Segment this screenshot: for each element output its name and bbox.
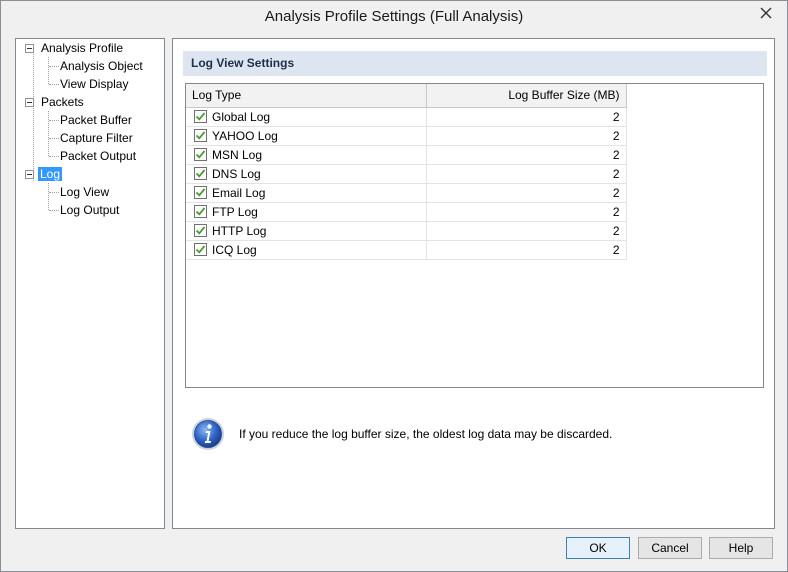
log-type-label: Global Log — [212, 109, 271, 124]
checkmark-icon — [195, 112, 206, 121]
log-type-cell: YAHOO Log — [186, 126, 427, 146]
info-icon — [192, 418, 224, 450]
log-type-cell: DNS Log — [186, 164, 427, 184]
checkmark-icon — [195, 131, 206, 140]
tree-item-view-display[interactable]: View Display — [58, 75, 130, 93]
tree-item-label: Packets — [41, 95, 84, 109]
info-message: If you reduce the log buffer size, the o… — [191, 417, 751, 455]
log-type-cell: FTP Log — [186, 202, 427, 222]
log-type-cell: ICQ Log — [186, 240, 427, 260]
checkmark-icon — [195, 245, 206, 254]
table-row[interactable]: HTTP Log 2 — [186, 221, 627, 241]
checkmark-icon — [195, 226, 206, 235]
checkmark-icon — [195, 188, 206, 197]
settings-content: Log View Settings Log Type Log Buffer Si… — [172, 38, 775, 529]
column-header-buffer-size[interactable]: Log Buffer Size (MB) — [426, 84, 627, 108]
tree-item-label: Packet Output — [60, 149, 137, 163]
tree-connector — [48, 183, 49, 210]
tree-item-label: Log View — [60, 185, 110, 199]
enable-checkbox[interactable] — [194, 128, 207, 142]
buffer-size-cell[interactable]: 2 — [426, 221, 627, 241]
table-row[interactable]: Global Log 2 — [186, 107, 627, 127]
tree-item-packet-buffer[interactable]: Packet Buffer — [58, 111, 134, 129]
buffer-size-cell[interactable]: 2 — [426, 202, 627, 222]
buffer-size-cell[interactable]: 2 — [426, 164, 627, 184]
tree-connector — [48, 111, 49, 156]
buffer-size-cell[interactable]: 2 — [426, 240, 627, 260]
tree-item-label: Log Output — [60, 203, 120, 217]
log-type-cell: HTTP Log — [186, 221, 427, 241]
tree-item-label: Log — [38, 167, 63, 181]
collapse-icon[interactable] — [25, 44, 34, 53]
log-type-label: YAHOO Log — [212, 128, 278, 143]
log-type-label: MSN Log — [212, 147, 263, 162]
enable-checkbox[interactable] — [194, 109, 207, 123]
log-type-cell: MSN Log — [186, 145, 427, 165]
log-type-cell: Email Log — [186, 183, 427, 203]
enable-checkbox[interactable] — [194, 242, 207, 256]
close-button[interactable] — [755, 4, 777, 22]
enable-checkbox[interactable] — [194, 166, 207, 180]
checkmark-icon — [195, 169, 206, 178]
table-row[interactable]: MSN Log 2 — [186, 145, 627, 165]
dialog-window: Analysis Profile Settings (Full Analysis… — [0, 0, 788, 572]
section-header: Log View Settings — [183, 51, 767, 76]
table-row[interactable]: ICQ Log 2 — [186, 240, 627, 260]
close-icon — [760, 7, 772, 19]
tree-item-capture-filter[interactable]: Capture Filter — [58, 129, 135, 147]
tree-item-label: Packet Buffer — [60, 113, 132, 127]
section-title: Log View Settings — [191, 56, 295, 70]
title-bar: Analysis Profile Settings (Full Analysis… — [1, 1, 787, 32]
tree-item-log-output[interactable]: Log Output — [58, 201, 121, 219]
tree-item-label: View Display — [60, 77, 129, 91]
tree-item-packets[interactable]: Packets — [39, 93, 86, 111]
enable-checkbox[interactable] — [194, 185, 207, 199]
checkmark-icon — [195, 150, 206, 159]
column-header-log-type[interactable]: Log Type — [186, 84, 427, 108]
log-type-label: HTTP Log — [212, 223, 267, 238]
log-type-label: Email Log — [212, 185, 266, 200]
info-text: If you reduce the log buffer size, the o… — [239, 427, 613, 441]
collapse-icon[interactable] — [25, 170, 34, 179]
table-header-row: Log Type Log Buffer Size (MB) — [186, 84, 627, 108]
tree-connector — [48, 57, 49, 84]
ok-button[interactable]: OK — [566, 537, 630, 559]
log-type-label: ICQ Log — [212, 242, 257, 257]
tree-item-log-view[interactable]: Log View — [58, 183, 111, 201]
tree-item-analysis-object[interactable]: Analysis Object — [58, 57, 145, 75]
log-grid[interactable]: Log Type Log Buffer Size (MB) Global Log… — [185, 83, 764, 388]
table-row[interactable]: FTP Log 2 — [186, 202, 627, 222]
log-type-label: DNS Log — [212, 166, 261, 181]
cancel-button[interactable]: Cancel — [638, 537, 702, 559]
collapse-icon[interactable] — [25, 98, 34, 107]
buffer-size-cell[interactable]: 2 — [426, 145, 627, 165]
table-row[interactable]: Email Log 2 — [186, 183, 627, 203]
checkmark-icon — [195, 207, 206, 216]
tree-connector — [33, 54, 34, 181]
log-type-label: FTP Log — [212, 204, 258, 219]
tree-item-log[interactable]: Log — [38, 165, 63, 183]
log-table: Log Type Log Buffer Size (MB) Global Log… — [186, 84, 627, 260]
buffer-size-cell[interactable]: 2 — [426, 107, 627, 127]
help-button[interactable]: Help — [709, 537, 773, 559]
tree-item-packet-output[interactable]: Packet Output — [58, 147, 138, 165]
table-row[interactable]: YAHOO Log 2 — [186, 126, 627, 146]
tree-item-label: Analysis Object — [60, 59, 143, 73]
window-title: Analysis Profile Settings (Full Analysis… — [264, 8, 524, 25]
buffer-size-cell[interactable]: 2 — [426, 126, 627, 146]
enable-checkbox[interactable] — [194, 204, 207, 218]
table-row[interactable]: DNS Log 2 — [186, 164, 627, 184]
settings-tree[interactable]: Analysis Profile Analysis Object View Di… — [15, 38, 165, 529]
enable-checkbox[interactable] — [194, 147, 207, 161]
buffer-size-cell[interactable]: 2 — [426, 183, 627, 203]
enable-checkbox[interactable] — [194, 223, 207, 237]
tree-item-analysis-profile[interactable]: Analysis Profile — [39, 39, 125, 57]
tree-item-label: Analysis Profile — [41, 41, 124, 55]
tree-item-label: Capture Filter — [60, 131, 133, 145]
log-type-cell: Global Log — [186, 107, 427, 127]
